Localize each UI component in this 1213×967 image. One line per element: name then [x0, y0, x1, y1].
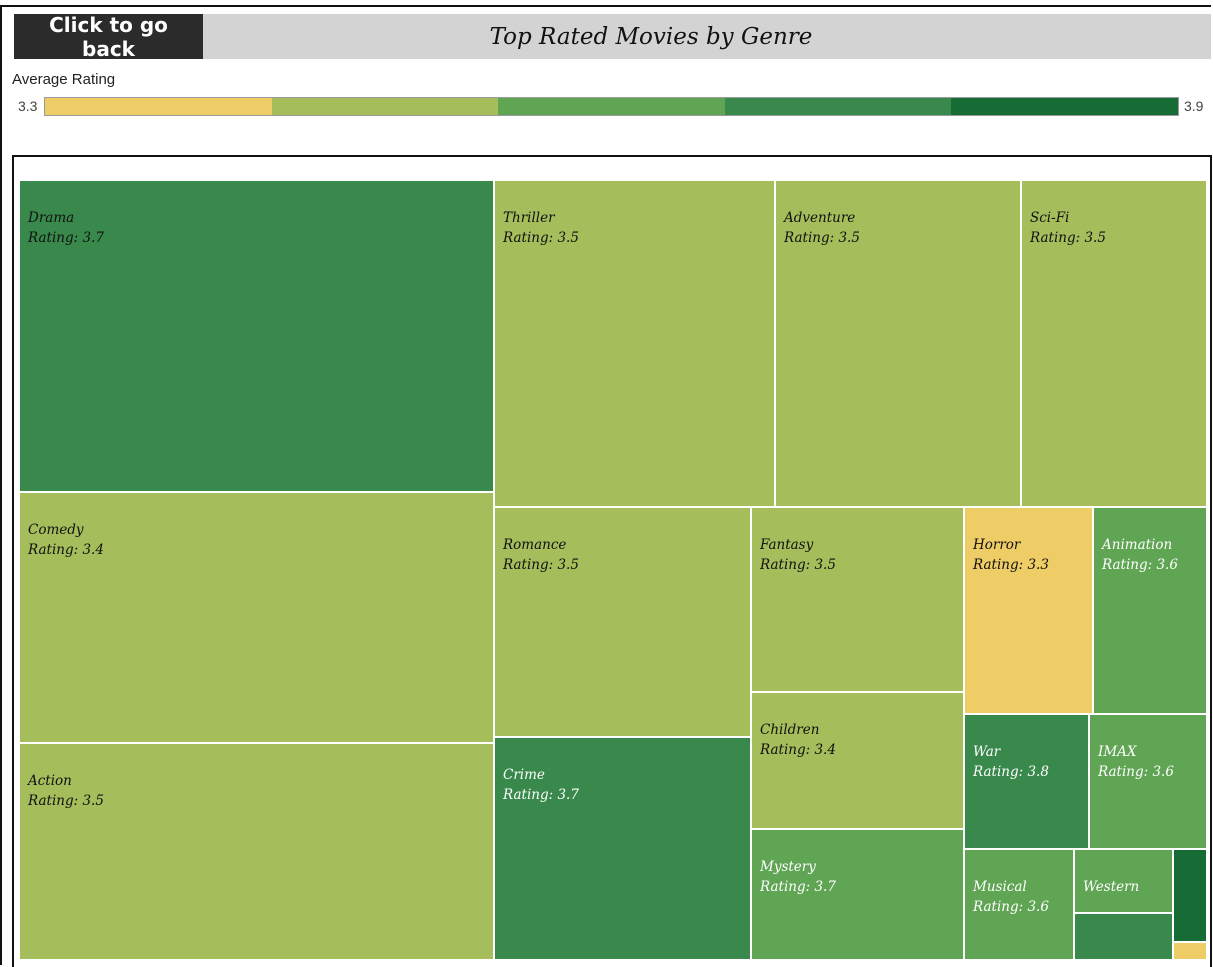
tile-fantasy[interactable]: Fantasy Rating: 3.5 — [751, 507, 964, 692]
legend-step-4 — [724, 98, 952, 115]
tile-rating-label: Rating: 3.5 — [503, 557, 579, 573]
tile-unlabeled-19[interactable] — [1173, 849, 1207, 942]
tile-label: Animation — [1102, 537, 1173, 553]
tile-children[interactable]: Children Rating: 3.4 — [751, 692, 964, 829]
tile-label: Drama — [28, 210, 75, 226]
tile-label: IMAX — [1098, 744, 1137, 760]
page-title: Top Rated Movies by Genre — [489, 23, 813, 50]
tile-rating-label: Rating: 3.6 — [1098, 764, 1174, 780]
tile-label: Western — [1083, 879, 1140, 895]
tile-unlabeled-20[interactable] — [1173, 942, 1207, 960]
tile-drama[interactable]: Drama Rating: 3.7 — [19, 180, 494, 492]
tile-rating-label: Rating: 3.6 — [1102, 557, 1178, 573]
legend-max-label: 3.9 — [1184, 98, 1204, 114]
tile-rating-label: Rating: 3.4 — [760, 742, 836, 758]
tile-label: Mystery — [760, 859, 816, 875]
tile-label: Musical — [973, 879, 1027, 895]
tile-label: Action — [28, 773, 72, 789]
tile-label: Romance — [503, 537, 567, 553]
tile-rating-label: Rating: 3.8 — [973, 764, 1049, 780]
tile-label: Horror — [973, 537, 1021, 553]
tile-label: Adventure — [784, 210, 856, 226]
tile-imax[interactable]: IMAX Rating: 3.6 — [1089, 714, 1207, 849]
legend-step-2 — [271, 98, 499, 115]
tile-rating-label: Rating: 3.5 — [784, 230, 860, 246]
tile-animation[interactable]: Animation Rating: 3.6 — [1093, 507, 1207, 714]
tile-rating-label: Rating: 3.4 — [28, 542, 104, 558]
tile-rating-label: Rating: 3.6 — [973, 899, 1049, 915]
tile-label: Fantasy — [760, 537, 814, 553]
tile-label: Children — [760, 722, 820, 738]
tile-label: Thriller — [503, 210, 555, 226]
tile-rating-label: Rating: 3.7 — [760, 879, 836, 895]
tile-musical[interactable]: Musical Rating: 3.6 — [964, 849, 1074, 960]
tile-western[interactable]: Western — [1074, 849, 1173, 913]
tile-rating-label: Rating: 3.7 — [503, 787, 579, 803]
title-bar: Top Rated Movies by Genre — [203, 14, 1211, 59]
back-button[interactable]: Click to go back — [14, 13, 203, 61]
tile-label: Comedy — [28, 522, 84, 538]
tile-horror[interactable]: Horror Rating: 3.3 — [964, 507, 1093, 714]
tile-sci-fi[interactable]: Sci-Fi Rating: 3.5 — [1021, 180, 1207, 507]
legend-title: Average Rating — [12, 71, 116, 88]
tile-comedy[interactable]: Comedy Rating: 3.4 — [19, 492, 494, 743]
tile-label: War — [973, 744, 1001, 760]
tile-rating-label: Rating: 3.5 — [760, 557, 836, 573]
legend-step-3 — [498, 98, 725, 115]
tile-rating-label: Rating: 3.5 — [503, 230, 579, 246]
tile-rating-label: Rating: 3.5 — [1030, 230, 1106, 246]
legend-step-1 — [45, 98, 272, 115]
tile-mystery[interactable]: Mystery Rating: 3.7 — [751, 829, 964, 960]
legend-min-label: 3.3 — [18, 98, 38, 114]
legend-step-5 — [951, 98, 1178, 115]
tile-adventure[interactable]: Adventure Rating: 3.5 — [775, 180, 1021, 507]
tile-label: Sci-Fi — [1030, 210, 1070, 226]
tile-rating-label: Rating: 3.3 — [973, 557, 1049, 573]
tile-rating-label: Rating: 3.5 — [28, 793, 104, 809]
tile-label: Crime — [503, 767, 545, 783]
tile-rating-label: Rating: 3.7 — [28, 230, 104, 246]
tile-action[interactable]: Action Rating: 3.5 — [19, 743, 494, 960]
tile-crime[interactable]: Crime Rating: 3.7 — [494, 737, 751, 960]
tile-unlabeled-18[interactable] — [1074, 913, 1173, 960]
tile-romance[interactable]: Romance Rating: 3.5 — [494, 507, 751, 737]
tile-thriller[interactable]: Thriller Rating: 3.5 — [494, 180, 775, 507]
color-legend-bar — [44, 97, 1179, 116]
tile-war[interactable]: War Rating: 3.8 — [964, 714, 1089, 849]
